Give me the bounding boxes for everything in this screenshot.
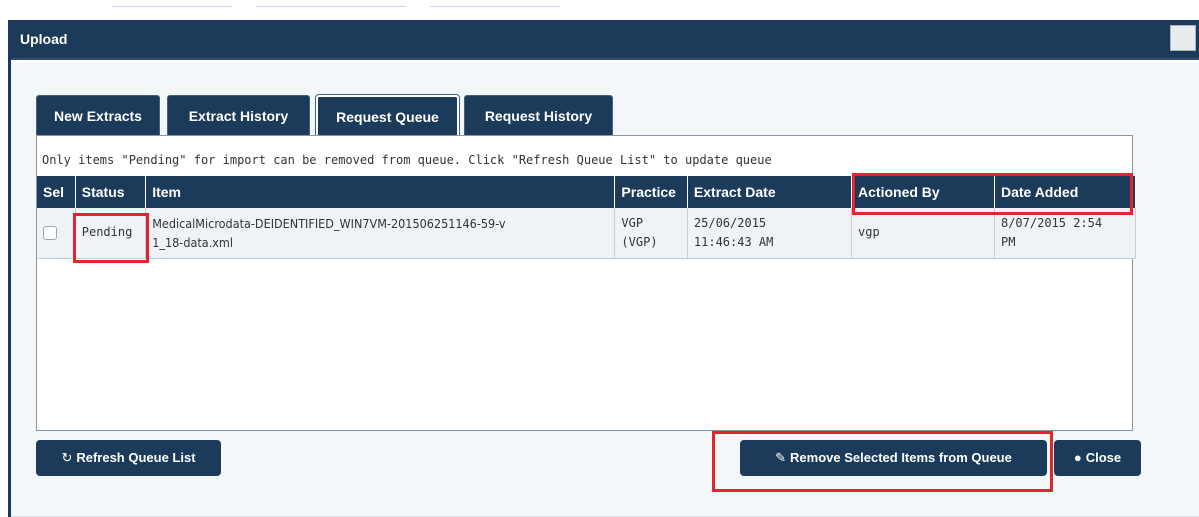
request-queue-table: Sel Status Item Practice Extract Date Ac… [37,176,1137,259]
remove-selected-items-label: Remove Selected Items from Queue [790,450,1012,465]
background-top-strip [0,0,1199,8]
practice-line-2: (VGP) [621,234,658,249]
col-header-practice[interactable]: Practice [614,176,688,208]
status-cell: Pending [75,208,147,259]
circle-icon: ● [1073,450,1082,465]
tab-request-queue[interactable]: Request Queue [315,94,460,137]
actioned-by-cell: vgp [851,208,995,259]
item-line-2: 1_18-data.xml [152,234,233,250]
close-label: Close [1085,450,1122,465]
col-header-item[interactable]: Item [145,176,616,208]
extract-date-line-1: 25/06/2015 [693,215,767,230]
refresh-queue-list-label: Refresh Queue List [76,450,196,465]
dialog-title: Upload [20,31,68,47]
col-header-extract-date[interactable]: Extract Date [687,176,853,208]
item-line-1: MedicalMicrodata-DEIDENTIFIED_WIN7VM-201… [152,215,506,231]
info-text: Only items "Pending" for import can be r… [42,153,772,167]
date-added-line-2: PM [1000,234,1016,249]
eraser-icon: ✎ [775,450,787,465]
request-queue-panel: Only items "Pending" for import can be r… [36,135,1137,431]
col-header-status[interactable]: Status [75,176,147,208]
row-select-checkbox[interactable] [43,225,57,240]
extract-date-cell: 25/06/2015 11:46:43 AM [687,208,853,259]
page: Upload New Extracts Extract History Requ… [0,0,1199,517]
item-cell: MedicalMicrodata-DEIDENTIFIED_WIN7VM-201… [145,208,616,259]
refresh-queue-list-button[interactable]: ↻ Refresh Queue List [36,440,221,476]
refresh-spinner-icon: ↻ [61,450,73,465]
window-control-button[interactable] [1170,25,1196,51]
date-added-cell: 8/07/2015 2:54 PM [994,208,1137,259]
col-header-date-added[interactable]: Date Added [994,176,1137,208]
row-select-cell [37,208,76,259]
background-tab-edge [112,2,232,7]
table-row[interactable]: Pending MedicalMicrodata-DEIDENTIFIED_WI… [37,208,1137,259]
col-header-sel[interactable]: Sel [37,176,76,208]
date-added-line-1: 8/07/2015 2:54 [1000,215,1103,230]
practice-line-1: VGP [621,215,644,230]
background-tab-edge [430,2,560,7]
background-tab-edge [256,2,406,7]
close-button[interactable]: ● Close [1054,440,1141,476]
extract-date-line-2: 11:46:43 AM [693,234,774,249]
tab-new-extracts[interactable]: New Extracts [36,95,160,136]
tab-extract-history[interactable]: Extract History [167,95,310,136]
practice-cell: VGP (VGP) [614,208,688,259]
table-header-row: Sel Status Item Practice Extract Date Ac… [37,176,1137,208]
dialog-titlebar[interactable]: Upload [11,20,1199,60]
remove-selected-items-button[interactable]: ✎ Remove Selected Items from Queue [740,440,1047,476]
tab-request-history[interactable]: Request History [464,95,613,136]
col-header-actioned-by[interactable]: Actioned By [851,176,995,208]
